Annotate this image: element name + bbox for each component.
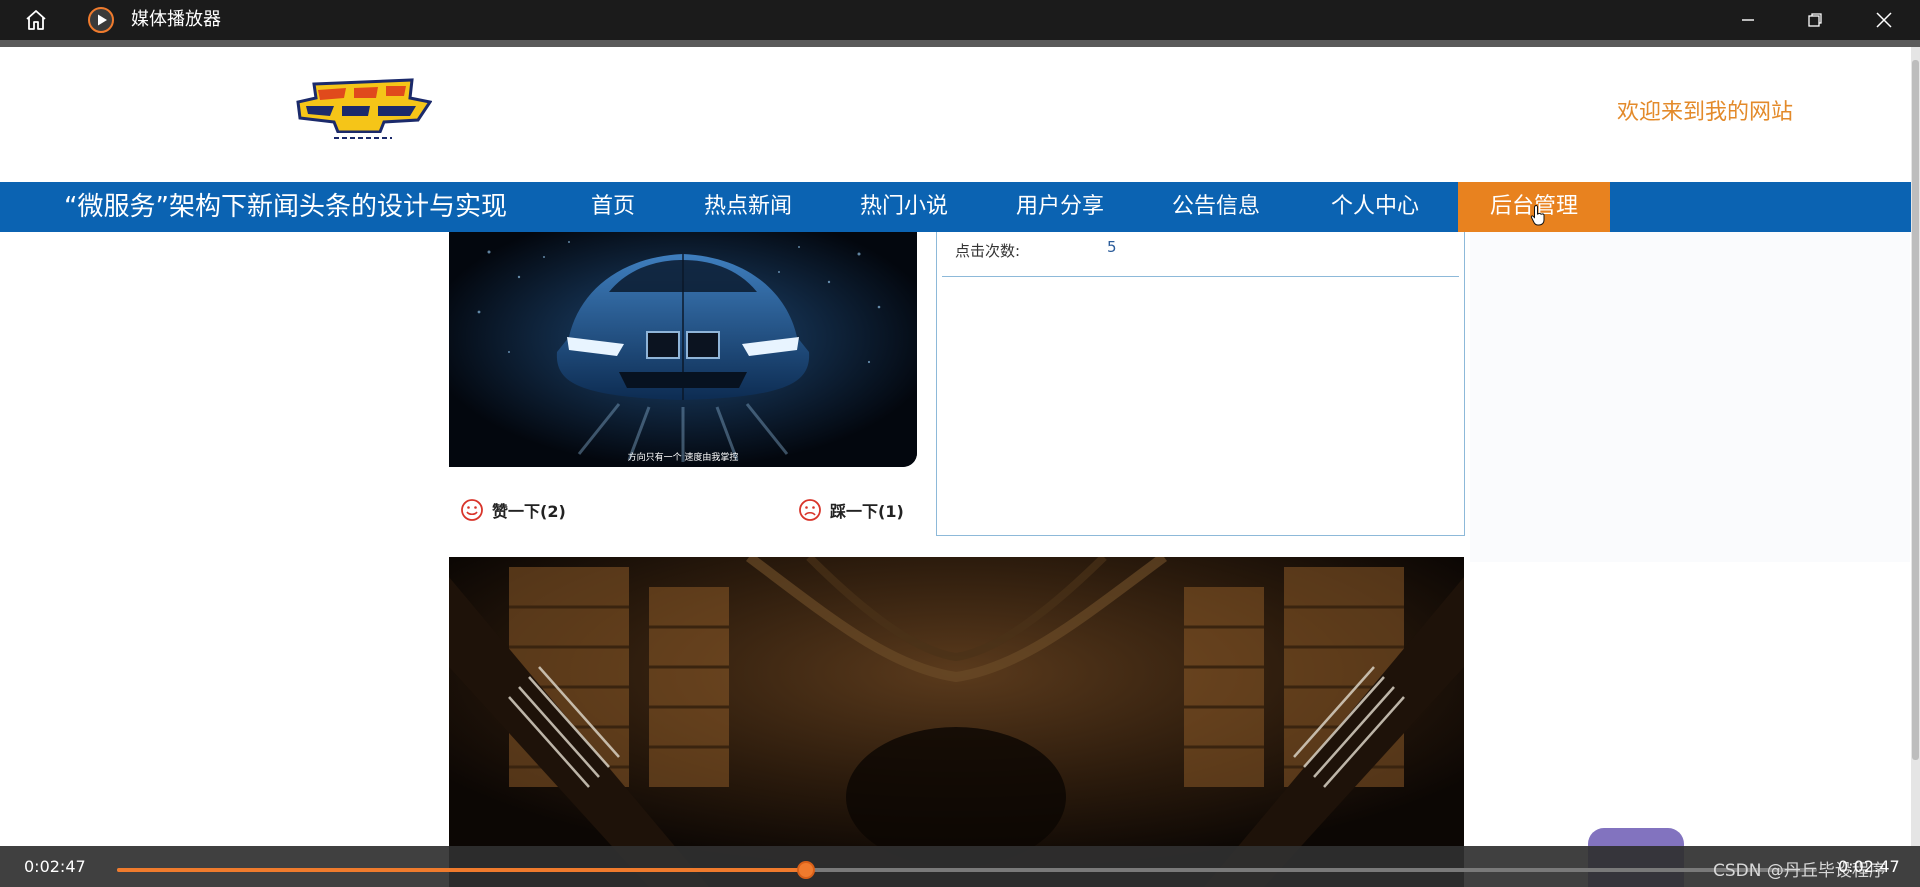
cursor-icon: [1530, 204, 1545, 226]
nav-item-personal-center[interactable]: 个人中心: [1322, 182, 1428, 232]
titlebar-divider: [0, 40, 1920, 47]
nav-item-announcements[interactable]: 公告信息: [1163, 182, 1269, 232]
progress-track[interactable]: [117, 861, 1817, 879]
end-time: 0:02:47: [1838, 857, 1900, 876]
progress-thumb[interactable]: [796, 861, 815, 879]
like-button[interactable]: 赞一下(2): [460, 498, 566, 522]
info-divider: [942, 276, 1459, 277]
nav-item-hot-news[interactable]: 热点新闻: [695, 182, 801, 232]
current-time: 0:02:47: [24, 857, 86, 876]
site-logo[interactable]: [294, 76, 433, 148]
minimize-icon: [1742, 19, 1754, 21]
like-label: 赞一下(2): [492, 502, 566, 521]
news-image-library[interactable]: [449, 557, 1464, 887]
dislike-button[interactable]: 踩一下(1): [798, 498, 904, 522]
media-player-icon: [88, 7, 114, 33]
restore-icon: [1808, 13, 1822, 27]
page-scrollbar-thumb[interactable]: [1912, 60, 1919, 760]
main-nav: “微服务”架构下新闻头条的设计与实现 首页 热点新闻 热门小说 用户分享 公告信…: [0, 182, 1915, 232]
restore-button[interactable]: [1791, 0, 1839, 40]
home-icon: [26, 10, 46, 30]
window-title: 媒体播放器: [131, 9, 221, 30]
welcome-text: 欢迎来到我的网站: [1617, 100, 1794, 125]
news-image-car[interactable]: 方向只有一个 速度由我掌控: [449, 232, 917, 467]
sidebar-area: [1470, 232, 1910, 562]
nav-item-home[interactable]: 首页: [578, 182, 648, 232]
site-title: “微服务”架构下新闻头条的设计与实现: [64, 192, 507, 222]
news-info-panel: 点击次数: 5: [936, 232, 1465, 536]
close-button[interactable]: [1860, 0, 1908, 40]
home-button[interactable]: [14, 0, 58, 40]
progress-fill: [117, 868, 806, 872]
frown-icon: [799, 499, 821, 521]
window-titlebar: 媒体播放器: [0, 0, 1920, 40]
clicks-label: 点击次数:: [955, 242, 1021, 260]
media-player-controls: 0:02:47 CSDN @丹丘毕设程序 0:02:47: [0, 846, 1920, 887]
clicks-value: 5: [1107, 238, 1117, 256]
close-icon: [1876, 12, 1892, 28]
car-caption: 方向只有一个 速度由我掌控: [628, 451, 739, 463]
minimize-button[interactable]: [1724, 0, 1772, 40]
nav-item-user-share[interactable]: 用户分享: [1007, 182, 1113, 232]
dislike-label: 踩一下(1): [830, 502, 904, 521]
smile-icon: [461, 499, 483, 521]
app-icon-wrap: [86, 0, 116, 40]
nav-item-hot-novels[interactable]: 热门小说: [851, 182, 957, 232]
